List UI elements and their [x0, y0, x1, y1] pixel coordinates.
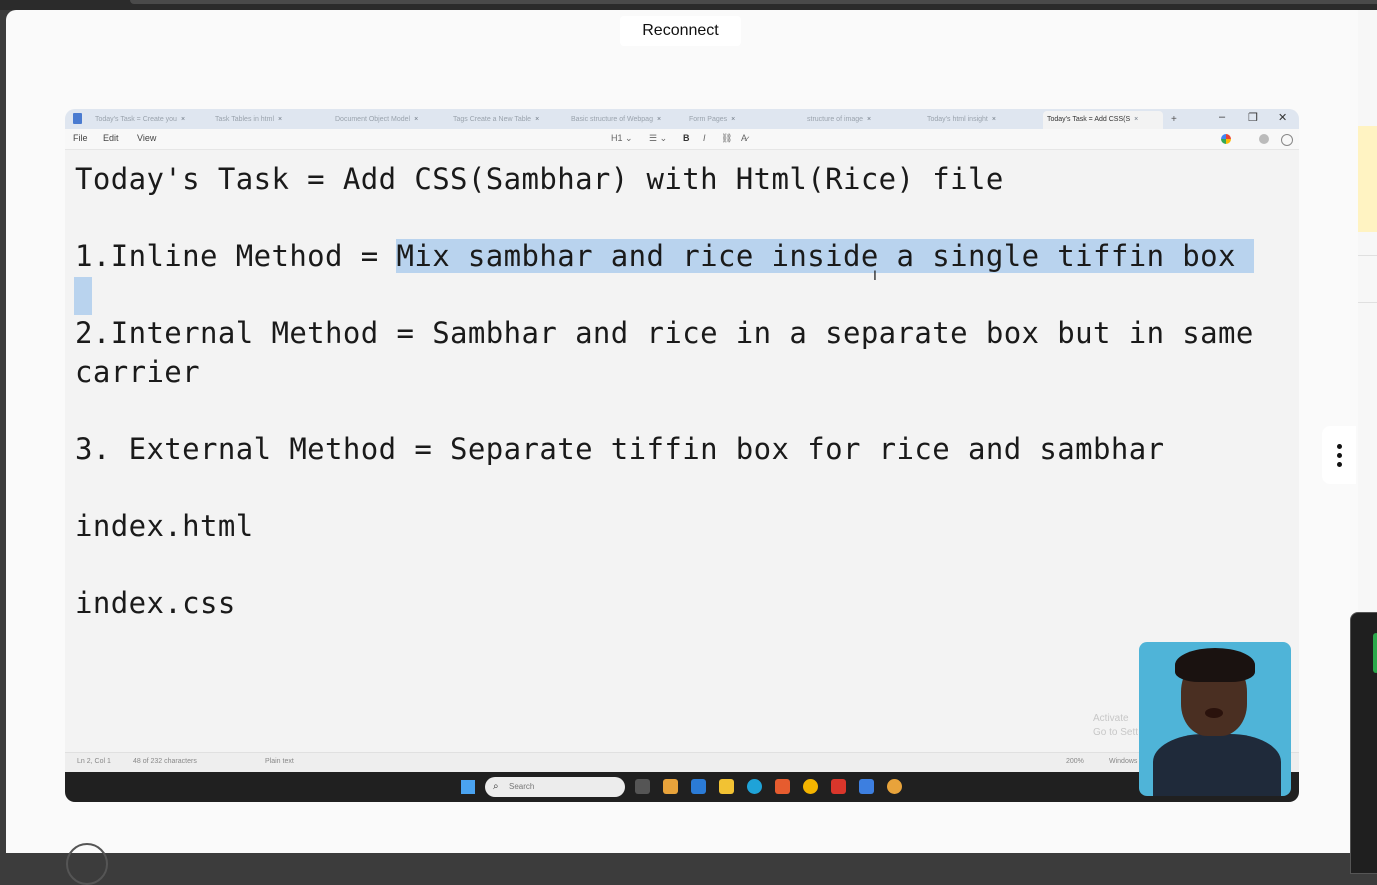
- editor-line: 2.Internal Method = Sambhar and rice in …: [75, 316, 1254, 350]
- editor-line: Today's Task = Add CSS(Sambhar) with Htm…: [75, 162, 1004, 196]
- taskbar-search-input[interactable]: ⌕ Search: [485, 777, 625, 797]
- chrome-icon[interactable]: [663, 779, 678, 794]
- menu-file[interactable]: File: [73, 133, 88, 143]
- notepad-tab[interactable]: Task Tables in html ×: [215, 111, 325, 129]
- notepad-app-icon: [73, 113, 82, 124]
- dot-icon: [1337, 462, 1342, 467]
- status-position: Ln 2, Col 1: [77, 758, 111, 765]
- task-view-icon[interactable]: [635, 779, 650, 794]
- editor-line: carrier: [75, 355, 201, 389]
- minimize-button[interactable]: –: [1219, 111, 1225, 123]
- line-text: 1.Inline Method =: [75, 239, 397, 273]
- italic-button[interactable]: I: [703, 133, 706, 143]
- selection-continuation: [74, 277, 92, 315]
- selected-text: Mix sambhar and rice inside a single tif…: [396, 239, 1254, 273]
- side-highlight: [1358, 126, 1377, 232]
- chrome-icon[interactable]: [887, 779, 902, 794]
- divider: [1358, 302, 1377, 303]
- browser-tab-edge: [130, 0, 1377, 4]
- maximize-button[interactable]: ❐: [1248, 111, 1258, 124]
- chrome-icon[interactable]: [803, 779, 818, 794]
- editor-line: 1.Inline Method = Mix sambhar and rice i…: [75, 239, 1254, 273]
- notepad-tab[interactable]: Today's Task = Create you ×: [95, 111, 205, 129]
- list-dropdown[interactable]: ☰ ⌄: [649, 133, 667, 144]
- start-icon[interactable]: [461, 780, 475, 794]
- account-icon[interactable]: [1259, 134, 1269, 144]
- menu-edit[interactable]: Edit: [103, 133, 119, 143]
- webcam-video: [1139, 642, 1291, 796]
- search-icon: ⌕: [493, 781, 499, 792]
- browser-top-edge: [0, 0, 1377, 10]
- link-button[interactable]: ⛓: [721, 133, 732, 144]
- notepad-status-bar: Ln 2, Col 1 48 of 232 characters Plain t…: [65, 752, 1299, 773]
- file-explorer-icon[interactable]: [719, 779, 734, 794]
- status-format: Plain text: [265, 758, 294, 765]
- notepad-tab-bar: Today's Task = Create you × Task Tables i…: [65, 109, 1299, 129]
- notepad-tab[interactable]: structure of image ×: [807, 111, 917, 129]
- bold-button[interactable]: B: [683, 133, 690, 143]
- logo-icon: [66, 843, 108, 885]
- text-cursor-icon: I: [873, 267, 877, 283]
- notepad-tab[interactable]: Form Pages ×: [689, 111, 799, 129]
- close-button[interactable]: ✕: [1278, 111, 1287, 124]
- clear-format-button[interactable]: A̷: [741, 133, 747, 143]
- chat-panel-edge[interactable]: [1350, 612, 1377, 874]
- presenter-mouth: [1205, 708, 1223, 718]
- status-zoom[interactable]: 200%: [1066, 758, 1084, 765]
- notepad-taskbar-icon[interactable]: [859, 779, 874, 794]
- editor-line: index.css: [75, 586, 236, 620]
- vscode-icon[interactable]: [691, 779, 706, 794]
- status-chars: 48 of 232 characters: [133, 758, 197, 765]
- app-icon[interactable]: [775, 779, 790, 794]
- dot-icon: [1337, 444, 1342, 449]
- notepad-tab[interactable]: Tags Create a New Table ×: [453, 111, 563, 129]
- watermark-line: Activate: [1093, 713, 1129, 724]
- editor-line: index.html: [75, 509, 254, 543]
- reconnect-button[interactable]: Reconnect: [620, 16, 741, 46]
- notepad-tab[interactable]: Basic structure of Webpag ×: [571, 111, 681, 129]
- activate-windows-watermark: Activate Go to Sett: [1093, 712, 1138, 740]
- copilot-icon[interactable]: [1221, 134, 1231, 144]
- notepad-tab-active[interactable]: Today's Task = Add CSS(S ×: [1043, 111, 1163, 129]
- editor-line: 3. External Method = Separate tiffin box…: [75, 432, 1165, 466]
- watermark-line: Go to Sett: [1093, 727, 1139, 738]
- windows-taskbar: ⌕ Search: [65, 772, 1299, 802]
- dot-icon: [1337, 453, 1342, 458]
- presenter-hair: [1175, 648, 1255, 682]
- presenter-body: [1153, 734, 1281, 796]
- new-tab-button[interactable]: +: [1171, 111, 1185, 129]
- app-icon[interactable]: [831, 779, 846, 794]
- more-options-button[interactable]: [1322, 426, 1356, 484]
- menu-view[interactable]: View: [137, 133, 156, 143]
- notepad-tab[interactable]: Document Object Model ×: [335, 111, 445, 129]
- chat-icon: [1373, 633, 1377, 673]
- edge-icon[interactable]: [747, 779, 762, 794]
- divider: [1358, 255, 1377, 256]
- heading-dropdown[interactable]: H1 ⌄: [611, 133, 633, 144]
- settings-icon[interactable]: [1281, 134, 1293, 146]
- search-placeholder: Search: [509, 782, 535, 791]
- notepad-tab[interactable]: Today's html insight ×: [927, 111, 1037, 129]
- notepad-editor[interactable]: Today's Task = Add CSS(Sambhar) with Htm…: [65, 150, 1299, 752]
- notepad-menu-bar: File Edit View H1 ⌄ ☰ ⌄ B I ⛓ A̷: [65, 129, 1299, 150]
- shared-screen: Today's Task = Create you × Task Tables i…: [65, 109, 1299, 802]
